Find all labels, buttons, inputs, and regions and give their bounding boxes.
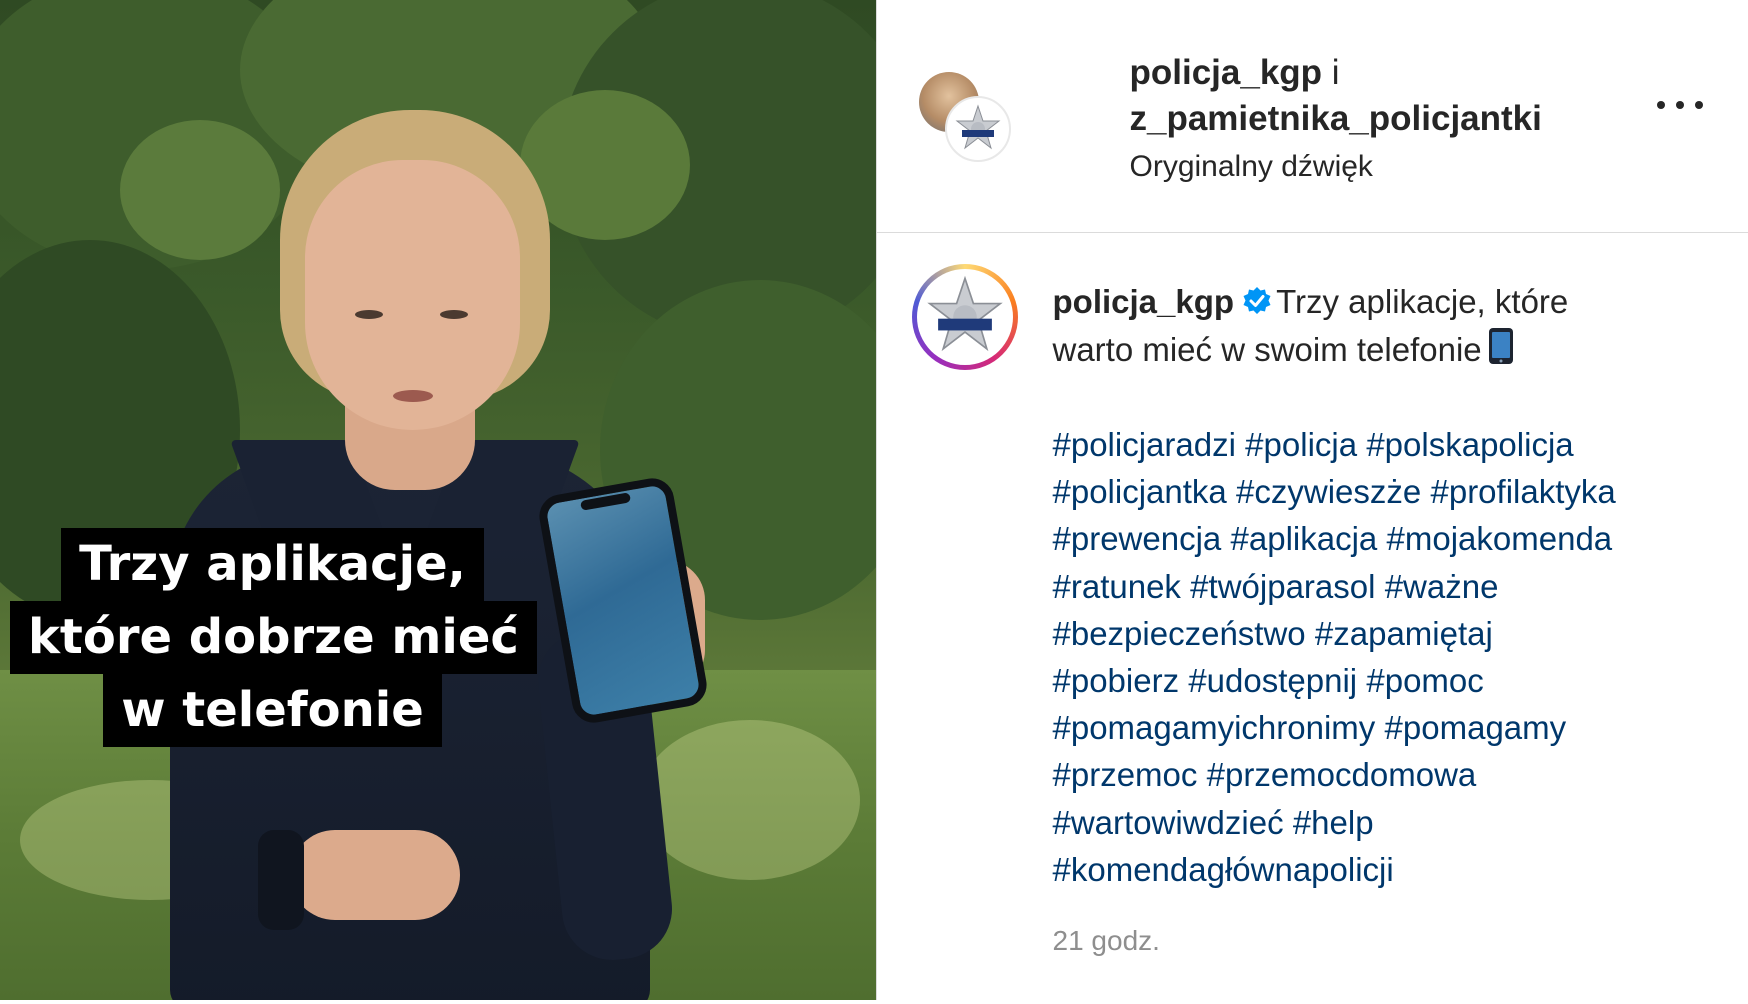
smartwatch	[258, 830, 304, 930]
video-caption-overlay: Trzy aplikacje, które dobrze mieć w tele…	[10, 528, 537, 747]
hashtag-link[interactable]: #pobierz	[1053, 662, 1180, 699]
caption-text: policja_kgp Trzy aplikacje, które warto …	[1053, 278, 1703, 373]
hashtag-link[interactable]: #czywieszże	[1236, 473, 1421, 510]
eye	[355, 310, 383, 319]
audio-link[interactable]: Oryginalny dźwięk	[1130, 146, 1610, 188]
conjunction: i	[1331, 53, 1340, 92]
hashtag-link[interactable]: #ważne	[1385, 568, 1499, 605]
video-player[interactable]: Trzy aplikacje, które dobrze mieć w tele…	[0, 0, 876, 1000]
caption-line: Trzy aplikacje,	[61, 528, 484, 601]
story-ring-avatar[interactable]	[911, 264, 1018, 370]
hashtag-link[interactable]: #prewencja	[1053, 520, 1222, 557]
caption-line: w telefonie	[103, 674, 442, 747]
post-sidebar: policja_kgp i z_pamietnika_policjantki O…	[875, 0, 1748, 1000]
hashtag-link[interactable]: #bezpieczeństwo	[1053, 615, 1306, 652]
hashtag-row: #policjantka #czywieszże #profilaktyka	[1053, 468, 1703, 515]
hashtag-list: #policjaradzi #policja #polskapolicja #pol…	[1053, 421, 1703, 893]
face	[305, 160, 520, 430]
hashtag-row: #bezpieczeństwo #zapamiętaj	[1053, 610, 1703, 657]
dot	[1656, 101, 1665, 109]
collab-usernames: policja_kgp i z_pamietnika_policjantki	[1130, 50, 1610, 142]
hashtag-link[interactable]: #policjantka	[1053, 473, 1227, 510]
hashtag-row: #policjaradzi #policja #polskapolicja	[1053, 421, 1703, 468]
hashtag-link[interactable]: #policjaradzi	[1053, 426, 1236, 463]
hashtag-link[interactable]: #pomagamy	[1385, 709, 1567, 746]
hashtag-link[interactable]: #przemocdomowa	[1207, 756, 1477, 793]
collab-avatars[interactable]	[918, 72, 1019, 172]
post-caption-block: policja_kgp Trzy aplikacje, które warto …	[877, 232, 1748, 1000]
hashtag-link[interactable]: #policja	[1245, 426, 1357, 463]
phone-notch	[580, 492, 632, 511]
mobile-phone-icon	[1488, 327, 1513, 364]
hand	[290, 830, 460, 920]
author-avatar[interactable]	[916, 269, 1013, 365]
hashtag-link[interactable]: #profilaktyka	[1430, 473, 1615, 510]
dot	[1694, 101, 1703, 109]
hashtag-link[interactable]: #komendagłównapolicji	[1053, 851, 1394, 888]
caption-line1: Trzy aplikacje, które	[1276, 283, 1569, 320]
hashtag-link[interactable]: #udostępnij	[1188, 662, 1357, 699]
username-link[interactable]: z_pamietnika_policjantki	[1130, 99, 1542, 138]
hashtag-link[interactable]: #aplikacja	[1231, 520, 1378, 557]
hashtag-row: #prewencja #aplikacja #mojakomenda	[1053, 515, 1703, 562]
police-star-icon	[955, 104, 1000, 150]
hashtag-link[interactable]: #polskapolicja	[1366, 426, 1573, 463]
police-star-icon	[926, 275, 1003, 352]
avatar-policja-kgp[interactable]	[944, 96, 1011, 162]
dot	[1675, 101, 1684, 109]
verified-badge-icon	[1243, 287, 1271, 314]
caption-line: które dobrze mieć	[10, 601, 537, 674]
hashtag-link[interactable]: #mojakomenda	[1387, 520, 1613, 557]
hashtag-link[interactable]: #zapamiętaj	[1315, 615, 1493, 652]
hashtag-row: #pobierz #udostępnij #pomoc	[1053, 657, 1703, 704]
author-username[interactable]: policja_kgp	[1053, 283, 1235, 320]
caption-line2: warto mieć w swoim telefonie	[1052, 330, 1482, 368]
hashtag-link[interactable]: #wartowiwdzieć	[1053, 804, 1284, 841]
hashtag-link[interactable]: #twójparasol	[1190, 568, 1375, 605]
hashtag-row: #komendagłównapolicji	[1053, 846, 1703, 893]
eye	[440, 310, 468, 319]
username-link[interactable]: policja_kgp	[1130, 53, 1323, 92]
mouth	[393, 390, 433, 402]
hashtag-link[interactable]: #pomoc	[1366, 662, 1483, 699]
header-info: policja_kgp i z_pamietnika_policjantki O…	[1130, 50, 1610, 188]
post-header: policja_kgp i z_pamietnika_policjantki O…	[876, 0, 1748, 233]
post-timestamp[interactable]: 21 godz.	[1053, 925, 1160, 957]
hashtag-link[interactable]: #help	[1293, 804, 1374, 841]
hashtag-row: #wartowiwdzieć #help	[1053, 799, 1703, 846]
hashtag-link[interactable]: #pomagamyichronimy	[1053, 709, 1376, 746]
hashtag-row: #pomagamyichronimy #pomagamy	[1053, 704, 1703, 751]
hashtag-row: #przemoc #przemocdomowa	[1053, 751, 1703, 798]
more-options-icon[interactable]	[1656, 98, 1703, 112]
hashtag-link[interactable]: #ratunek	[1053, 568, 1181, 605]
hashtag-row: #ratunek #twójparasol #ważne	[1053, 563, 1703, 610]
hashtag-link[interactable]: #przemoc	[1053, 756, 1198, 793]
instagram-post: Trzy aplikacje, które dobrze mieć w tele…	[0, 0, 1748, 1004]
